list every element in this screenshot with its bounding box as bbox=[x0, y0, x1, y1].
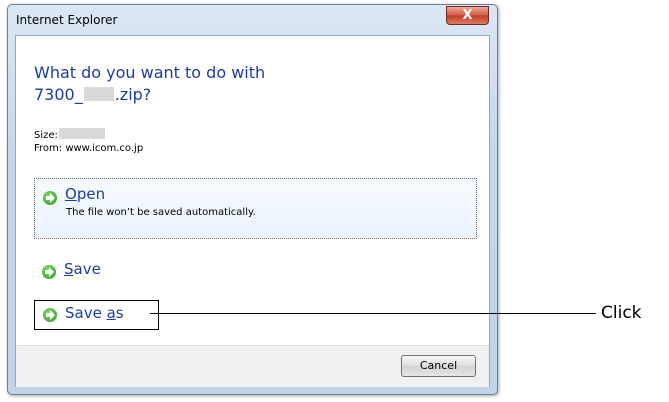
green-arrow-icon bbox=[43, 308, 57, 322]
save-as-label-after: s bbox=[115, 304, 124, 322]
file-size: Size: bbox=[34, 128, 106, 141]
open-option[interactable]: Open The file won’t be saved automatical… bbox=[34, 178, 477, 239]
download-dialog: Internet Explorer X What do you want to … bbox=[7, 4, 498, 395]
redacted-size bbox=[58, 128, 105, 139]
prompt-filename: 7300_ .zip? bbox=[34, 84, 265, 106]
save-as-label: Save as bbox=[65, 304, 124, 322]
filename-suffix: .zip? bbox=[114, 85, 152, 104]
open-description: The file won’t be saved automatically. bbox=[66, 207, 256, 218]
open-label-rest: pen bbox=[76, 185, 106, 203]
size-label: Size: bbox=[34, 130, 58, 141]
open-access-key: O bbox=[65, 185, 77, 203]
save-label-rest: ave bbox=[73, 260, 101, 278]
save-as-label-before: Save bbox=[65, 304, 107, 322]
dialog-footer: Cancel bbox=[16, 345, 489, 387]
window-title: Internet Explorer bbox=[16, 13, 118, 27]
file-source: From: www.icom.co.jp bbox=[34, 143, 144, 154]
save-as-option[interactable]: Save as bbox=[34, 300, 159, 330]
save-as-access-key: a bbox=[106, 304, 116, 322]
save-access-key: S bbox=[64, 260, 74, 278]
title-bar: Internet Explorer X bbox=[8, 5, 497, 35]
green-arrow-icon bbox=[43, 191, 57, 205]
close-button[interactable]: X bbox=[446, 6, 489, 25]
open-label: Open bbox=[65, 185, 105, 203]
click-callout: Click bbox=[601, 303, 642, 323]
redacted-filename-part bbox=[83, 87, 114, 101]
filename-prefix: 7300_ bbox=[34, 85, 83, 104]
download-prompt: What do you want to do with 7300_ .zip? bbox=[34, 62, 265, 106]
close-icon: X bbox=[462, 8, 473, 23]
green-arrow-icon bbox=[42, 265, 56, 279]
dialog-content: What do you want to do with 7300_ .zip? S… bbox=[15, 35, 490, 387]
save-label: Save bbox=[64, 260, 101, 278]
save-option[interactable]: Save bbox=[34, 257, 234, 287]
prompt-line: What do you want to do with bbox=[34, 63, 266, 82]
callout-line bbox=[150, 313, 596, 314]
cancel-button[interactable]: Cancel bbox=[401, 355, 476, 377]
